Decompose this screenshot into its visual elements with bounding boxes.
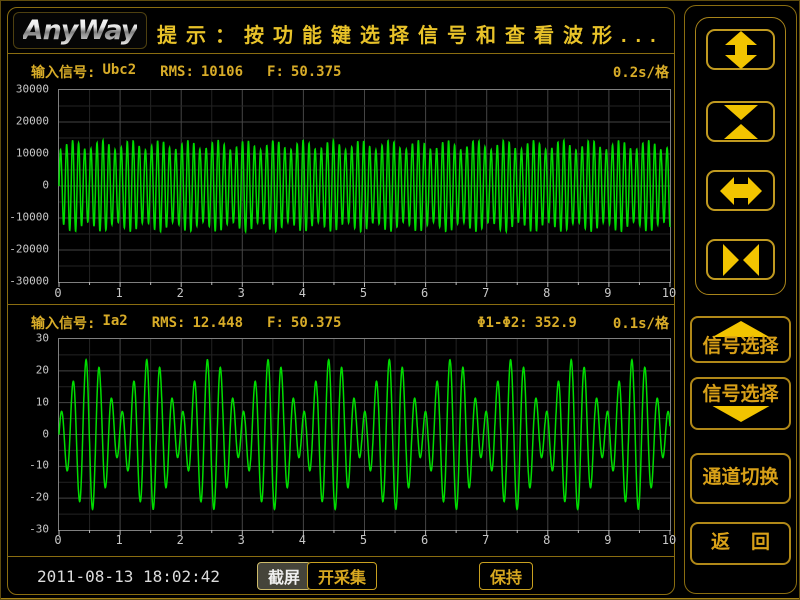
x-tick-label: 8 [543, 286, 550, 300]
chart2-input-signal: 输入信号: Ia2 [31, 313, 128, 333]
chart-divider [8, 304, 674, 305]
chart1-input-signal: 输入信号: Ubc2 [31, 62, 136, 82]
screenshot-button[interactable]: 截屏 [257, 562, 311, 590]
input-signal-label: 输入信号: [31, 62, 95, 82]
triangle-down-icon [710, 406, 772, 422]
arrow-expand-horizontal-icon [719, 171, 763, 211]
chart1-frequency: F: 50.375 [267, 64, 341, 80]
chart2-plot-area [58, 338, 671, 531]
freq-label: F: [267, 315, 284, 331]
channel-switch-button[interactable]: 通道切换 [690, 453, 791, 504]
chart1-plot-area [58, 89, 671, 283]
y-tick-label: 20 [36, 363, 49, 376]
x-tick-label: 9 [604, 286, 611, 300]
x-tick-label: 2 [177, 533, 184, 547]
y-tick-label: 30 [36, 332, 49, 345]
analyzer-screen: AnyWay 提示：按功能键选择信号和查看波形... 输入信号: Ubc2 RM… [0, 0, 800, 600]
arrow-expand-horizontal-button[interactable] [706, 170, 775, 211]
x-tick-label: 1 [115, 533, 122, 547]
x-tick-label: 7 [482, 286, 489, 300]
chart1-timebase: 0.2s/格 [613, 62, 669, 82]
y-tick-label: -30000 [9, 275, 49, 288]
arrow-expand-vertical-button[interactable] [706, 29, 775, 70]
scale-buttons-group [695, 17, 786, 295]
chart2-x-axis-labels: 012345678910 [58, 533, 669, 547]
chart2-waveform [59, 339, 670, 530]
arrow-compress-vertical-button[interactable] [706, 101, 775, 142]
arrow-expand-vertical-icon [719, 30, 763, 70]
return-button[interactable]: 返 回 [690, 522, 791, 565]
datetime-display: 2011-08-13 18:02:42 [37, 567, 220, 586]
rms-value: 12.448 [192, 315, 243, 331]
y-tick-label: -20 [29, 491, 49, 504]
titlebar-divider [8, 53, 674, 54]
freq-label: F: [267, 64, 284, 80]
arrow-compress-vertical-icon [719, 102, 763, 142]
chart2-rms: RMS: 12.448 [152, 315, 243, 331]
signal-name-value: Ubc2 [102, 62, 136, 82]
y-tick-label: 10000 [16, 147, 49, 160]
x-tick-label: 0 [54, 533, 61, 547]
y-tick-label: 0 [42, 427, 49, 440]
chart1-header: 输入信号: Ubc2 RMS: 10106 F: 50.375 0.2s/格 [31, 62, 669, 82]
y-tick-label: -10000 [9, 211, 49, 224]
hold-button[interactable]: 保持 [479, 562, 533, 590]
arrow-compress-horizontal-icon [719, 240, 763, 280]
chart2-header: 输入信号: Ia2 RMS: 12.448 F: 50.375 Φ1-Φ2: 3… [31, 313, 669, 333]
signal-name-value: Ia2 [102, 313, 127, 333]
signal-select-down-label: 信号选择 [702, 385, 778, 406]
x-tick-label: 10 [662, 533, 676, 547]
x-tick-label: 4 [299, 533, 306, 547]
signal-select-up-label: 信号选择 [702, 337, 778, 358]
y-tick-label: -30 [29, 523, 49, 536]
chart2-frequency: F: 50.375 [267, 315, 341, 331]
chart2-y-axis-labels: 3020100-10-20-30 [7, 338, 54, 529]
status-tip-text: 提示：按功能键选择信号和查看波形... [157, 19, 665, 48]
chart2-timebase: 0.1s/格 [601, 313, 669, 333]
x-tick-label: 6 [421, 533, 428, 547]
rms-label: RMS: [152, 315, 186, 331]
x-tick-label: 2 [177, 286, 184, 300]
brand-logo-text: AnyWay [23, 15, 138, 46]
signal-select-up-button[interactable]: 信号选择 [690, 316, 791, 363]
phase-value: 352.9 [535, 315, 577, 331]
x-tick-label: 1 [115, 286, 122, 300]
arrow-compress-horizontal-button[interactable] [706, 239, 775, 280]
start-acquisition-button[interactable]: 开采集 [307, 562, 377, 590]
x-tick-label: 3 [238, 533, 245, 547]
rms-label: RMS: [160, 64, 194, 80]
channel-switch-label: 通道切换 [702, 468, 778, 489]
triangle-up-icon [710, 321, 772, 337]
chart1-x-axis-labels: 012345678910 [58, 286, 669, 300]
x-tick-label: 4 [299, 286, 306, 300]
input-signal-label: 输入信号: [31, 313, 95, 333]
chart2-phase-difference: Φ1-Φ2: 352.9 [477, 315, 577, 331]
x-tick-label: 6 [421, 286, 428, 300]
y-tick-label: -10 [29, 459, 49, 472]
x-tick-label: 9 [604, 533, 611, 547]
x-tick-label: 5 [360, 286, 367, 300]
phase-label: Φ1-Φ2: [477, 315, 528, 331]
y-tick-label: 30000 [16, 83, 49, 96]
chart1-rms: RMS: 10106 [160, 64, 243, 80]
y-tick-label: -20000 [9, 243, 49, 256]
y-tick-label: 0 [42, 179, 49, 192]
y-tick-label: 10 [36, 395, 49, 408]
chart1-y-axis-labels: 3000020000100000-10000-20000-30000 [7, 89, 54, 281]
signal-select-down-button[interactable]: 信号选择 [690, 377, 791, 430]
footer-divider [8, 556, 674, 557]
freq-value: 50.375 [291, 64, 342, 80]
brand-logo: AnyWay [13, 12, 147, 49]
x-tick-label: 0 [54, 286, 61, 300]
rms-value: 10106 [201, 64, 243, 80]
x-tick-label: 5 [360, 533, 367, 547]
x-tick-label: 8 [543, 533, 550, 547]
y-tick-label: 20000 [16, 115, 49, 128]
x-tick-label: 10 [662, 286, 676, 300]
x-tick-label: 7 [482, 533, 489, 547]
chart1-waveform [59, 90, 670, 282]
x-tick-label: 3 [238, 286, 245, 300]
return-label: 返 回 [711, 533, 770, 554]
freq-value: 50.375 [291, 315, 342, 331]
